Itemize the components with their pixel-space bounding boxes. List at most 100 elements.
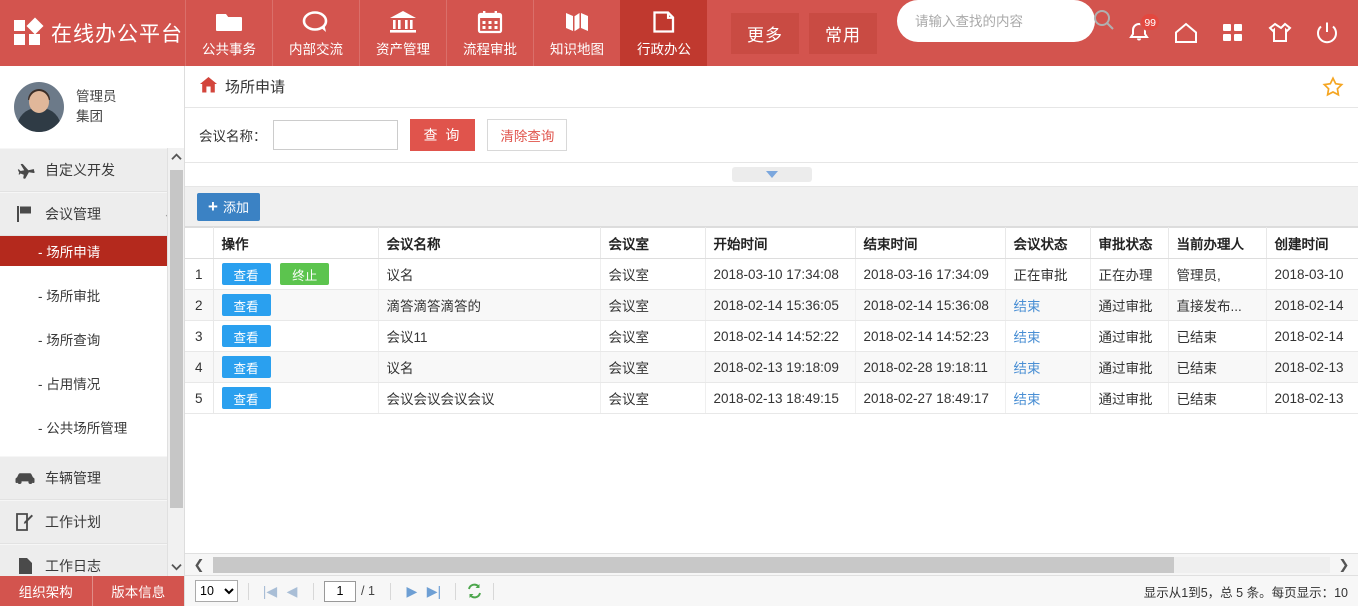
- plus-icon: +: [208, 197, 218, 216]
- view-button[interactable]: 查看: [221, 387, 271, 409]
- nav-tab-knowledge-map[interactable]: 知识地图: [533, 0, 620, 66]
- sidebar-subitem-venue-approval[interactable]: - 场所审批: [0, 280, 184, 310]
- bell-icon[interactable]: 99: [1124, 13, 1160, 48]
- global-search[interactable]: [897, 0, 1114, 42]
- scroll-up-icon[interactable]: [168, 148, 184, 166]
- sidebar-item-vehicle-mgmt[interactable]: 车辆管理 ›: [0, 456, 184, 500]
- horizontal-scrollbar[interactable]: ❮ ❯: [185, 553, 1358, 575]
- row-actions: 查看 终止: [213, 258, 379, 290]
- table-row[interactable]: 3 查看 会议11 会议室 2018-02-14 14:52:22 2018-0…: [185, 320, 1358, 352]
- sidebar-scroll-thumb[interactable]: [170, 170, 183, 508]
- row-index: 3: [185, 320, 214, 352]
- nav-tab-public-affairs[interactable]: 公共事务: [185, 0, 272, 66]
- row-index: 5: [185, 382, 214, 414]
- chevron-down-icon: [765, 171, 778, 178]
- hscroll-thumb[interactable]: [213, 556, 1174, 573]
- row-actions: 查看: [213, 351, 379, 383]
- cell-end-time: 2018-02-28 19:18:11: [855, 351, 1006, 383]
- row-actions: 查看: [213, 289, 379, 321]
- next-page-button[interactable]: ▶: [401, 583, 423, 600]
- cell-meeting-status: 正在审批: [1005, 258, 1091, 290]
- query-button[interactable]: 查 询: [409, 119, 476, 151]
- sidebar-subitem-public-venue-mgmt[interactable]: - 公共场所管理: [0, 412, 184, 442]
- total-pages-label: / 1: [361, 584, 375, 598]
- shirt-icon[interactable]: [1265, 18, 1295, 48]
- separator: [492, 582, 494, 600]
- pagination-bar: 10 20 50 100 |◀ ◀ / 1 ▶ ▶|: [185, 575, 1358, 606]
- nav-tab-internal-comm[interactable]: 内部交流: [272, 0, 359, 66]
- cell-meeting-name: 会议会议会议会议: [378, 382, 601, 414]
- scroll-right-icon[interactable]: ❯: [1330, 557, 1358, 573]
- row-actions: 查看: [213, 320, 379, 352]
- airplane-icon: [14, 162, 36, 179]
- clear-query-button[interactable]: 清除查询: [487, 119, 568, 151]
- cell-meeting-status[interactable]: 结束: [1005, 320, 1091, 352]
- scroll-left-icon[interactable]: ❮: [185, 557, 213, 573]
- view-button[interactable]: 查看: [221, 356, 271, 378]
- more-button[interactable]: 更多: [731, 12, 799, 54]
- app-root: 在线办公平台 公共事务 内部交流 资产管理 流程审批 知识地图 行政办公 更多 …: [0, 0, 1358, 606]
- sidebar-item-meeting-mgmt[interactable]: 会议管理 ⌄: [0, 192, 184, 236]
- sidebar-item-work-plan[interactable]: 工作计划 ›: [0, 500, 184, 544]
- sidebar-item-custom-dev[interactable]: 自定义开发 ›: [0, 148, 184, 192]
- separator: [248, 582, 249, 600]
- view-button[interactable]: 查看: [221, 325, 271, 347]
- sidebar-scrollbar[interactable]: [167, 148, 184, 576]
- sidebar-subitem-venue-query[interactable]: - 场所查询: [0, 324, 184, 354]
- cell-start-time: 2018-02-14 14:52:22: [705, 320, 856, 352]
- meeting-name-label: 会议名称：: [199, 129, 267, 144]
- page-size-select[interactable]: 10 20 50 100: [195, 580, 238, 602]
- first-page-button[interactable]: |◀: [259, 583, 281, 600]
- cell-current-handler: 直接发布...: [1168, 289, 1267, 321]
- table-row[interactable]: 5 查看 会议会议会议会议 会议室 2018-02-13 18:49:15 20…: [185, 382, 1358, 414]
- nav-tab-label: 知识地图: [550, 42, 604, 57]
- nav-tab-asset-mgmt[interactable]: 资产管理: [359, 0, 446, 66]
- home-breadcrumb-icon[interactable]: [199, 76, 218, 97]
- table-row[interactable]: 4 查看 议名 会议室 2018-02-13 19:18:09 2018-02-…: [185, 351, 1358, 383]
- view-button[interactable]: 查看: [221, 294, 271, 316]
- col-actions: 操作: [213, 227, 379, 259]
- col-created-time: 创建时间: [1266, 227, 1358, 259]
- table-row[interactable]: 1 查看 终止 议名 会议室 2018-03-10 17:34:08 2018-…: [185, 258, 1358, 290]
- table-row[interactable]: 2 查看 滴答滴答滴答的 会议室 2018-02-14 15:36:05 201…: [185, 289, 1358, 321]
- scroll-down-icon[interactable]: [168, 558, 184, 576]
- search-icon[interactable]: [1092, 8, 1116, 35]
- header-icon-group: 99: [1124, 0, 1358, 66]
- last-page-button[interactable]: ▶|: [423, 583, 445, 600]
- sidebar-menu: 自定义开发 › 会议管理 ⌄ - 场所申请: [0, 148, 184, 576]
- sidebar-subitem-occupancy[interactable]: - 占用情况: [0, 368, 184, 398]
- view-button[interactable]: 查看: [221, 263, 271, 285]
- sidebar-item-work-log[interactable]: 工作日志 ›: [0, 544, 184, 576]
- col-approval-status: 审批状态: [1090, 227, 1169, 259]
- collapse-toggle[interactable]: [731, 167, 812, 182]
- grid-icon[interactable]: [1218, 18, 1248, 48]
- favorites-button[interactable]: 常用: [809, 12, 877, 54]
- cell-meeting-status[interactable]: 结束: [1005, 289, 1091, 321]
- sidebar-subitem-venue-apply[interactable]: - 场所申请: [0, 236, 184, 266]
- map-icon: [563, 8, 591, 34]
- page-number-input[interactable]: [324, 580, 356, 602]
- pencil-square-icon: [14, 513, 36, 531]
- meeting-name-input[interactable]: [272, 120, 398, 150]
- search-input[interactable]: [915, 13, 1092, 29]
- star-icon[interactable]: [1322, 75, 1344, 98]
- refresh-icon[interactable]: [466, 583, 483, 599]
- cell-meeting-status[interactable]: 结束: [1005, 382, 1091, 414]
- cell-meeting-status[interactable]: 结束: [1005, 351, 1091, 383]
- home-icon[interactable]: [1171, 18, 1201, 48]
- hscroll-track[interactable]: [213, 556, 1330, 573]
- power-icon[interactable]: [1312, 18, 1342, 48]
- main-nav: 公共事务 内部交流 资产管理 流程审批 知识地图 行政办公: [185, 0, 707, 66]
- nav-tab-process-approval[interactable]: 流程审批: [446, 0, 533, 66]
- stop-button[interactable]: 终止: [280, 263, 330, 285]
- user-card[interactable]: 管理员 集团: [0, 66, 184, 148]
- org-structure-button[interactable]: 组织架构: [0, 576, 93, 606]
- nav-tab-label: 资产管理: [376, 42, 430, 57]
- brand-logo[interactable]: 在线办公平台: [0, 0, 185, 66]
- prev-page-button[interactable]: ◀: [281, 583, 303, 600]
- cell-current-handler: 已结束: [1168, 351, 1267, 383]
- calendar-icon: [477, 8, 503, 34]
- version-info-button[interactable]: 版本信息: [92, 576, 184, 606]
- add-button[interactable]: + 添加: [197, 192, 260, 221]
- nav-tab-admin-office[interactable]: 行政办公: [620, 0, 707, 66]
